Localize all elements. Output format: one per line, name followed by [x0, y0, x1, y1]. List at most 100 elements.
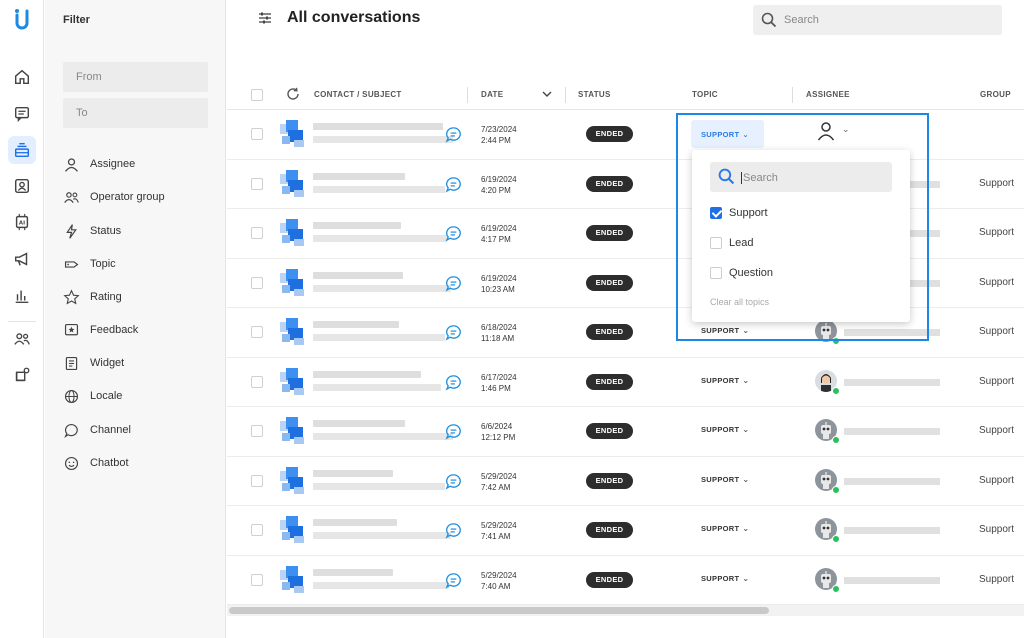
topic-option-support[interactable]: Support [710, 207, 768, 219]
filter-assignee[interactable]: Assignee [63, 154, 135, 174]
row-checkbox[interactable] [251, 227, 263, 239]
contact-subject-redacted [313, 185, 445, 193]
contact-name-redacted [313, 370, 421, 378]
contact-avatar-redacted [280, 268, 305, 296]
table-row[interactable]: 6/6/2024 12:12 PM ENDED SUPPORT ⌄ Support [227, 407, 1024, 457]
status-badge: ENDED [586, 571, 633, 588]
status-badge: ENDED [586, 324, 633, 340]
home-icon[interactable] [8, 63, 36, 91]
contact-subject-redacted [313, 284, 451, 292]
filter-rating[interactable]: Rating [63, 287, 122, 307]
topic-select[interactable]: SUPPORT⌄ [701, 524, 749, 533]
search-input[interactable]: Search [753, 5, 1002, 35]
column-date[interactable]: DATE [481, 90, 503, 99]
status-badge: ENDED [586, 126, 633, 142]
filter-chatbot[interactable]: Chatbot [63, 453, 129, 473]
group-value: Support [979, 573, 1015, 585]
row-checkbox[interactable] [251, 524, 263, 536]
contact-name-redacted [313, 271, 403, 279]
chat-channel-icon [445, 275, 461, 292]
conversation-date: 6/6/2024 12:12 PM [481, 421, 515, 443]
filter-locale[interactable]: Locale [63, 386, 122, 406]
time-value: 11:18 AM [481, 334, 515, 343]
contact-avatar-redacted [280, 466, 305, 494]
integrations-icon[interactable] [8, 361, 36, 389]
contact-name-redacted [313, 172, 405, 180]
filter-feedback[interactable]: Feedback [63, 320, 138, 340]
topic-select[interactable]: SUPPORT⌄ [701, 376, 749, 385]
date-from-input[interactable]: From [63, 62, 208, 92]
row-checkbox[interactable] [251, 425, 263, 437]
filter-topic[interactable]: Topic [63, 254, 116, 274]
ai-chip-icon[interactable]: AI [8, 208, 36, 236]
column-status[interactable]: STATUS [578, 90, 611, 99]
globe-icon [64, 389, 79, 403]
topic-select[interactable]: SUPPORT⌄ [701, 425, 749, 434]
chevron-down-icon: ⌄ [742, 573, 750, 583]
refresh-icon[interactable] [286, 87, 300, 101]
row-checkbox[interactable] [251, 474, 263, 487]
row-checkbox[interactable] [251, 573, 263, 586]
megaphone-icon[interactable] [8, 245, 36, 273]
column-assignee[interactable]: ASSIGNEE [806, 90, 850, 99]
checkbox-checked[interactable] [710, 207, 722, 219]
status-badge: ENDED [586, 175, 633, 192]
contacts-icon[interactable] [8, 172, 36, 200]
topic-label: SUPPORT [701, 524, 740, 533]
person-icon [65, 157, 78, 172]
assignee-name-redacted [844, 477, 940, 485]
tag-icon [64, 260, 79, 268]
online-status-dot [832, 386, 840, 395]
topic-select[interactable]: SUPPORT⌄ [701, 475, 749, 484]
table-row[interactable]: 6/17/2024 1:46 PM ENDED SUPPORT ⌄ Support [227, 358, 1024, 407]
filter-channel[interactable]: Channel [63, 420, 131, 440]
checkbox[interactable] [710, 237, 722, 249]
topic-search-input[interactable]: Search [710, 162, 892, 192]
table-row[interactable]: 5/29/2024 7:40 AM ENDED SUPPORT ⌄ Support [227, 556, 1024, 605]
messages-icon[interactable] [8, 100, 36, 128]
filter-toggle-icon[interactable] [258, 11, 272, 25]
team-icon[interactable] [8, 325, 36, 353]
chevron-down-icon: ⌄ [742, 425, 750, 434]
analytics-icon[interactable] [8, 282, 36, 310]
row-checkbox[interactable] [251, 276, 263, 289]
row-checkbox[interactable] [251, 326, 263, 338]
topic-option-question[interactable]: Question [710, 267, 773, 279]
group-value: Support [979, 524, 1015, 535]
filter-operator-group[interactable]: Operator group [63, 187, 165, 207]
filter-widget[interactable]: Widget [63, 353, 124, 373]
clear-topics-link[interactable]: Clear all topics [710, 297, 769, 307]
row-checkbox[interactable] [251, 375, 263, 388]
topic-option-label: Question [729, 267, 774, 279]
column-contact[interactable]: CONTACT / SUBJECT [314, 90, 402, 99]
topic-option-lead[interactable]: Lead [710, 237, 753, 249]
contact-name-redacted [313, 519, 397, 526]
select-all-checkbox[interactable] [251, 89, 263, 101]
row-checkbox[interactable] [251, 128, 263, 140]
column-topic[interactable]: TOPIC [692, 90, 718, 99]
table-row[interactable]: 5/29/2024 7:42 AM ENDED SUPPORT ⌄ Support [227, 457, 1024, 506]
horizontal-scrollbar[interactable] [229, 607, 769, 614]
status-badge: ENDED [586, 472, 633, 489]
sort-chevron-icon[interactable] [542, 90, 552, 98]
row-checkbox[interactable] [251, 177, 263, 190]
status-badge: ENDED [586, 373, 633, 390]
filter-chatbot-label: Chatbot [90, 457, 129, 469]
contact-subject-redacted [313, 532, 451, 539]
app-logo-icon[interactable] [10, 8, 34, 32]
date-to-input[interactable]: To [63, 98, 208, 128]
contact-name-redacted [313, 469, 393, 477]
column-group[interactable]: GROUP [980, 90, 1011, 99]
contact-subject-redacted [313, 136, 453, 143]
assignee-name-redacted [844, 527, 940, 534]
filter-status[interactable]: Status [63, 221, 121, 241]
checkbox[interactable] [710, 267, 722, 279]
rail-divider [8, 321, 36, 322]
table-header: CONTACT / SUBJECT DATE STATUS TOPIC ASSI… [227, 80, 1024, 110]
table-row[interactable]: 5/29/2024 7:41 AM ENDED SUPPORT ⌄ Support [227, 506, 1024, 556]
topic-select[interactable]: SUPPORT⌄ [701, 574, 749, 583]
svg-text:AI: AI [19, 221, 25, 227]
conversations-icon[interactable] [8, 136, 36, 164]
chat-bubble-icon [64, 423, 78, 438]
contact-avatar-redacted [280, 417, 305, 444]
